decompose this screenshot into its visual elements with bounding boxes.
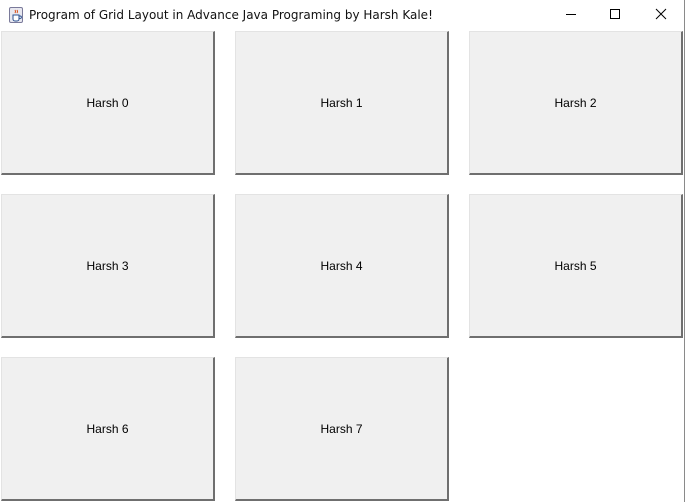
grid-layout-panel: Harsh 0 Harsh 1 Harsh 2 Harsh 3 Harsh 4 … [0, 30, 684, 502]
grid-button-harsh-1[interactable]: Harsh 1 [235, 31, 449, 175]
title-bar[interactable]: Program of Grid Layout in Advance Java P… [0, 0, 684, 30]
minimize-button[interactable] [548, 0, 594, 29]
grid-button-harsh-5[interactable]: Harsh 5 [469, 194, 683, 338]
grid-button-harsh-0[interactable]: Harsh 0 [1, 31, 215, 175]
grid-button-harsh-6[interactable]: Harsh 6 [1, 357, 215, 501]
grid-button-harsh-2[interactable]: Harsh 2 [469, 31, 683, 175]
close-button[interactable] [638, 0, 684, 29]
maximize-icon [609, 5, 621, 24]
grid-button-harsh-4[interactable]: Harsh 4 [235, 194, 449, 338]
grid-button-harsh-7[interactable]: Harsh 7 [235, 357, 449, 501]
grid-button-harsh-3[interactable]: Harsh 3 [1, 194, 215, 338]
maximize-button[interactable] [592, 0, 638, 29]
java-coffee-cup-icon[interactable] [9, 7, 23, 23]
application-window: Program of Grid Layout in Advance Java P… [0, 0, 685, 502]
minimize-icon [565, 5, 577, 24]
close-icon [655, 5, 667, 24]
window-title: Program of Grid Layout in Advance Java P… [29, 8, 433, 22]
